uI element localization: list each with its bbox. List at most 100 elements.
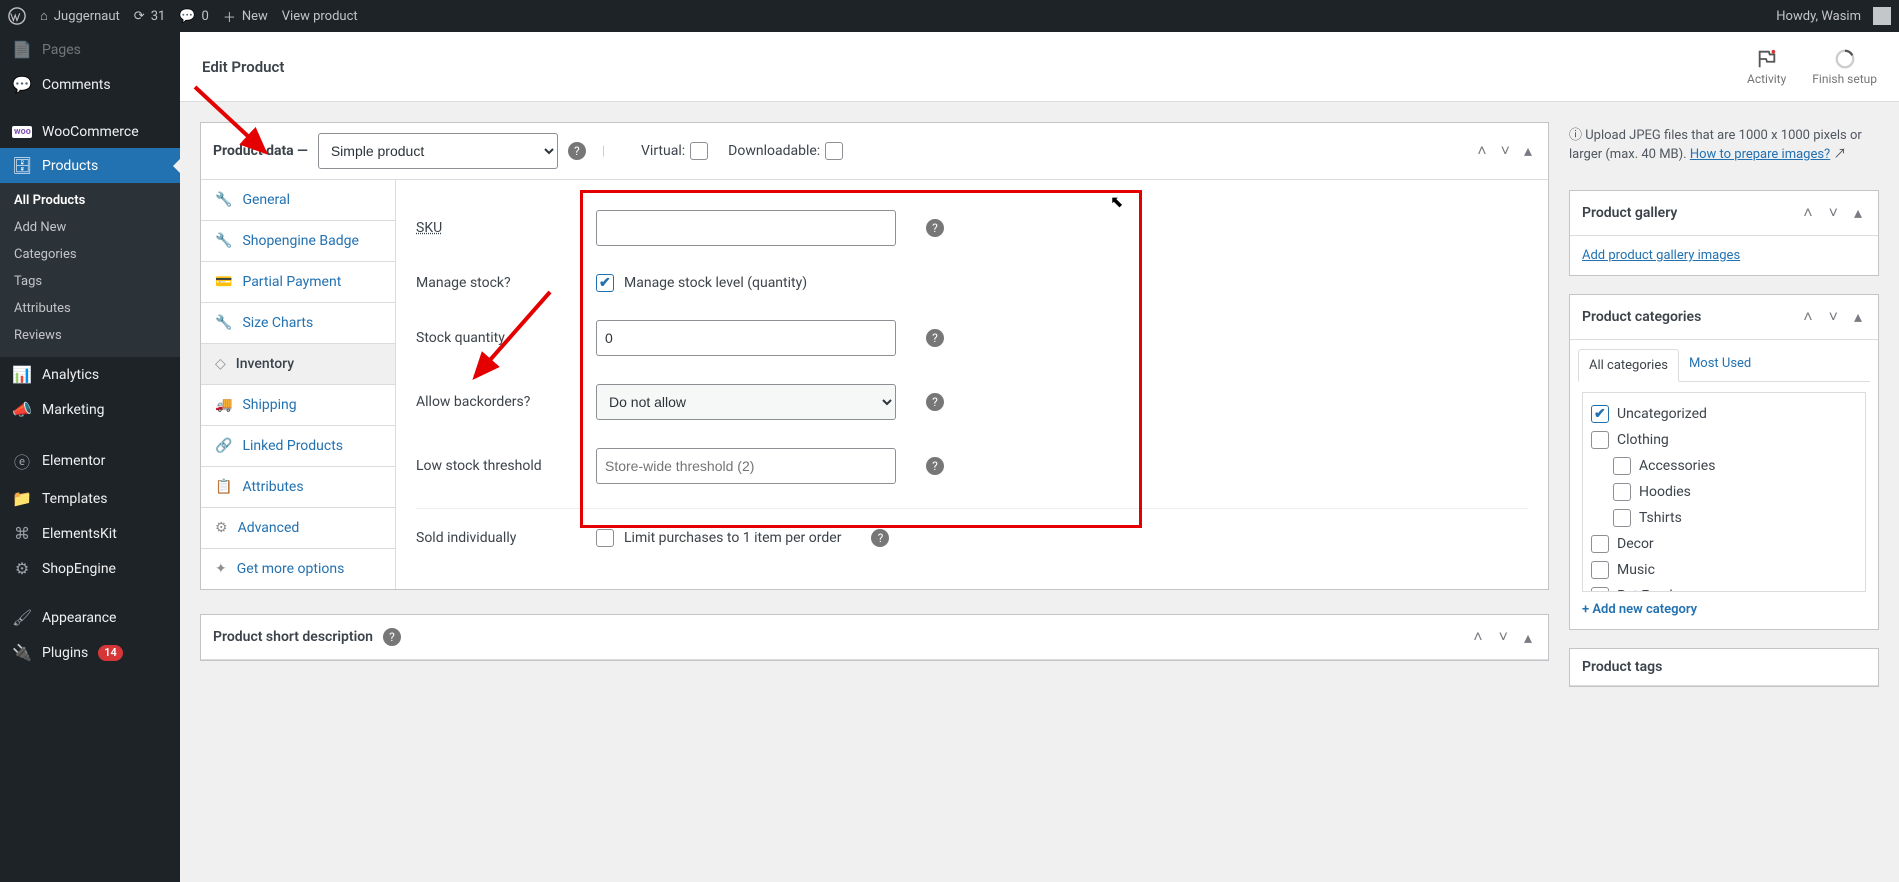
move-up-icon[interactable]: ˄	[1799, 201, 1816, 225]
help-icon[interactable]: ?	[926, 219, 944, 237]
product-data-title: Product data —	[213, 143, 308, 159]
sidebar-item-comments[interactable]: 💬Comments	[0, 67, 180, 102]
submenu-all-products[interactable]: All Products	[0, 187, 180, 214]
backorders-select[interactable]: Do not allow	[596, 384, 896, 420]
help-icon[interactable]: ?	[383, 628, 401, 646]
virtual-checkbox[interactable]	[690, 142, 708, 160]
stock-qty-input[interactable]	[596, 320, 896, 356]
sidebar-item-marketing[interactable]: 📣Marketing	[0, 392, 180, 427]
list-icon: 📋	[215, 479, 232, 495]
tab-most-used[interactable]: Most Used	[1679, 348, 1761, 381]
plugin-update-badge: 14	[98, 645, 123, 661]
mouse-cursor: ⬉	[1110, 192, 1123, 211]
move-up-icon[interactable]: ˄	[1799, 305, 1816, 329]
sku-input[interactable]	[596, 210, 896, 246]
external-icon: ↗	[1830, 147, 1846, 162]
help-icon[interactable]: ?	[926, 329, 944, 347]
woo-icon: woo	[12, 126, 32, 138]
finish-setup-button[interactable]: Finish setup	[1812, 48, 1877, 86]
sidebar-item-appearance[interactable]: 🖌Appearance	[0, 600, 180, 635]
submenu-tags[interactable]: Tags	[0, 268, 180, 295]
product-gallery-title: Product gallery	[1582, 205, 1677, 221]
short-description-panel: Product short description ? ˄ ˅ ▴	[200, 614, 1549, 661]
progress-icon	[1834, 48, 1856, 70]
tab-linked-products[interactable]: 🔗Linked Products	[201, 426, 395, 467]
toggle-panel-icon[interactable]: ▴	[1520, 626, 1536, 649]
manage-stock-caption: Manage stock level (quantity)	[624, 275, 807, 291]
category-list[interactable]: Uncategorized Clothing Accessories Hoodi…	[1582, 392, 1866, 592]
sold-individually-caption: Limit purchases to 1 item per order	[624, 530, 841, 546]
sidebar-item-elementskit[interactable]: ⌘ElementsKit	[0, 516, 180, 551]
tab-general[interactable]: 🔧General	[201, 180, 395, 221]
manage-stock-label: Manage stock?	[416, 275, 576, 291]
toggle-panel-icon[interactable]: ▴	[1520, 139, 1536, 163]
activity-button[interactable]: Activity	[1747, 48, 1786, 86]
submenu-add-new[interactable]: Add New	[0, 214, 180, 241]
move-down-icon[interactable]: ˅	[1825, 305, 1842, 329]
cat-hoodies-checkbox[interactable]	[1613, 483, 1631, 501]
low-stock-input[interactable]	[596, 448, 896, 484]
toggle-panel-icon[interactable]: ▴	[1850, 305, 1866, 329]
submenu-categories[interactable]: Categories	[0, 241, 180, 268]
cat-clothing-checkbox[interactable]	[1591, 431, 1609, 449]
sidebar-item-pages[interactable]: 📄Pages	[0, 32, 180, 67]
cat-accessories-checkbox[interactable]	[1613, 457, 1631, 475]
product-data-header: Product data — Simple product ? | Virtua…	[201, 123, 1548, 180]
move-down-icon[interactable]: ˅	[1495, 625, 1512, 649]
inventory-icon: ◇	[215, 356, 226, 372]
help-icon[interactable]: ?	[926, 457, 944, 475]
plug-icon: 🔌	[12, 643, 32, 662]
help-icon[interactable]: ?	[926, 393, 944, 411]
comments-link[interactable]: 💬0	[179, 9, 209, 24]
cat-music-checkbox[interactable]	[1591, 561, 1609, 579]
move-down-icon[interactable]: ˅	[1825, 201, 1842, 225]
submenu-reviews[interactable]: Reviews	[0, 322, 180, 349]
avatar	[1873, 7, 1891, 25]
tab-get-more[interactable]: ✦Get more options	[201, 549, 395, 589]
tab-inventory[interactable]: ◇Inventory	[201, 344, 395, 385]
virtual-toggle[interactable]: Virtual:	[641, 142, 708, 160]
help-icon[interactable]: ?	[568, 142, 586, 160]
sidebar-item-analytics[interactable]: 📊Analytics	[0, 357, 180, 392]
updates-link[interactable]: ⟳31	[134, 9, 166, 24]
tab-shipping[interactable]: 🚚Shipping	[201, 385, 395, 426]
tab-advanced[interactable]: ⚙Advanced	[201, 508, 395, 549]
sidebar-item-shopengine[interactable]: ⚙ShopEngine	[0, 551, 180, 586]
wp-logo[interactable]	[8, 7, 26, 25]
tab-attributes[interactable]: 📋Attributes	[201, 467, 395, 508]
cat-tshirts-checkbox[interactable]	[1613, 509, 1631, 527]
cat-decor-checkbox[interactable]	[1591, 535, 1609, 553]
product-gallery-panel: Product gallery ˄ ˅ ▴ Add product gallery …	[1569, 190, 1879, 276]
sidebar-item-products[interactable]: 🗄Products	[0, 148, 180, 183]
sidebar-item-templates[interactable]: 📁Templates	[0, 481, 180, 516]
my-account[interactable]: Howdy, Wasim	[1776, 7, 1891, 25]
sold-individually-checkbox[interactable]	[596, 529, 614, 547]
toggle-panel-icon[interactable]: ▴	[1850, 201, 1866, 225]
tab-all-categories[interactable]: All categories	[1578, 349, 1679, 382]
product-data-panel: Product data — Simple product ? | Virtua…	[200, 122, 1549, 590]
downloadable-checkbox[interactable]	[825, 142, 843, 160]
move-down-icon[interactable]: ˅	[1497, 139, 1514, 163]
site-name[interactable]: ⌂Juggernaut	[40, 8, 120, 24]
sidebar-item-woocommerce[interactable]: wooWooCommerce	[0, 116, 180, 148]
view-product[interactable]: View product	[282, 9, 358, 24]
help-icon[interactable]: ?	[871, 529, 889, 547]
submenu-attributes[interactable]: Attributes	[0, 295, 180, 322]
cat-petfood-checkbox[interactable]	[1591, 587, 1609, 592]
backorders-label: Allow backorders?	[416, 394, 576, 410]
sidebar-item-elementor[interactable]: ⓔElementor	[0, 441, 180, 481]
move-up-icon[interactable]: ˄	[1473, 139, 1490, 163]
tab-partial-payment[interactable]: 💳Partial Payment	[201, 262, 395, 303]
downloadable-toggle[interactable]: Downloadable:	[728, 142, 843, 160]
add-new-category-link[interactable]: + Add new category	[1582, 602, 1697, 617]
new-content[interactable]: ＋New	[223, 7, 268, 26]
tab-shopengine-badge[interactable]: 🔧Shopengine Badge	[201, 221, 395, 262]
tab-size-charts[interactable]: 🔧Size Charts	[201, 303, 395, 344]
manage-stock-checkbox[interactable]	[596, 274, 614, 292]
sidebar-item-plugins[interactable]: 🔌Plugins14	[0, 635, 180, 670]
cat-uncategorized-checkbox[interactable]	[1591, 405, 1609, 423]
product-type-select[interactable]: Simple product	[318, 133, 558, 169]
add-gallery-images-link[interactable]: Add product gallery images	[1582, 248, 1740, 263]
prepare-images-link[interactable]: How to prepare images?	[1690, 147, 1830, 162]
move-up-icon[interactable]: ˄	[1469, 625, 1486, 649]
